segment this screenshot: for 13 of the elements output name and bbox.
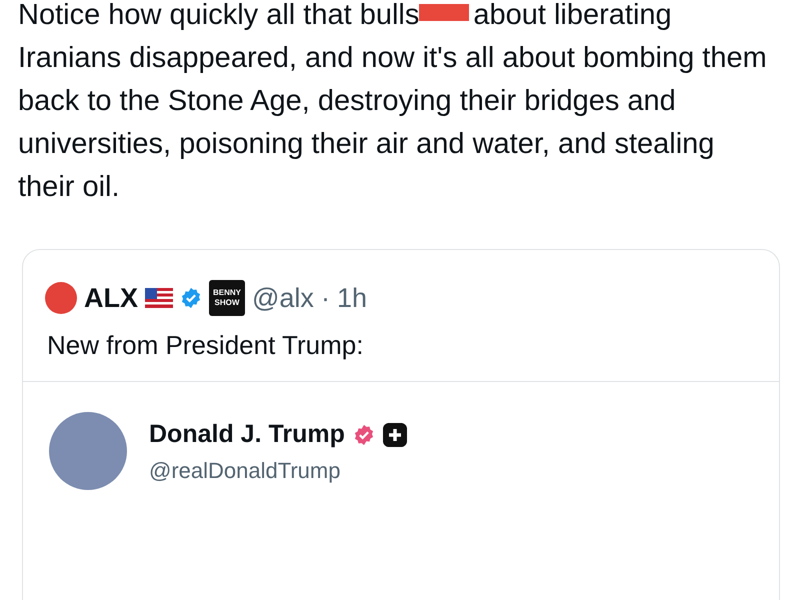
author-name: ALX xyxy=(84,282,138,314)
author-handle: @alx xyxy=(252,282,314,314)
quoted-post-card[interactable]: ALX BENNY SHOW @alx · 1h New from President Trump: Donald J. Trump @realDonaldTrump xyxy=(22,249,780,600)
post-time: 1h xyxy=(336,282,367,314)
post-text: Notice how quickly all that bulls about liberating Iranians disappeared, and now it's all about bombing them back to the Stone Age, destroying their bridges and universities, poisoning their air and water, and stealing their oil. xyxy=(18,0,768,205)
account-name: Donald J. Trump xyxy=(149,420,345,449)
avatar[interactable] xyxy=(45,282,77,314)
separator-dot: · xyxy=(320,282,330,314)
quoted-post-text: New from President Trump: xyxy=(47,330,364,361)
show-logo-badge: BENNY SHOW xyxy=(209,280,245,316)
flag-icon xyxy=(145,288,173,308)
account-handle: @realDonaldTrump xyxy=(149,458,342,484)
plus-icon xyxy=(382,422,407,446)
